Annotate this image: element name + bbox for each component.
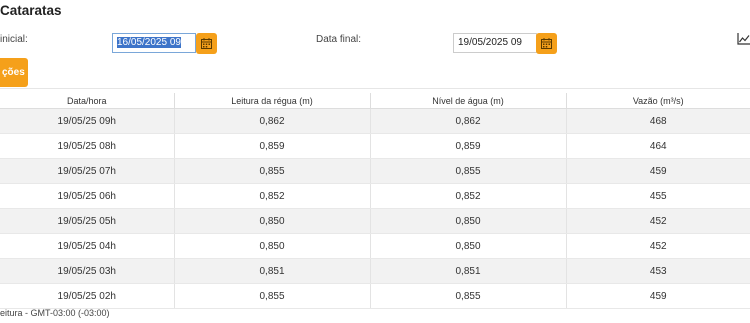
- cell-water-level: 0,850: [369, 208, 566, 234]
- cell-gauge-reading: 0,852: [173, 183, 370, 209]
- cell-datetime: 19/05/25 08h: [0, 133, 174, 159]
- table-row: 19/05/25 07h 0,855 0,855 459: [0, 158, 750, 184]
- cell-gauge-reading: 0,850: [173, 233, 370, 259]
- final-calendar-button[interactable]: [536, 33, 557, 54]
- cell-datetime: 19/05/25 06h: [0, 183, 174, 209]
- tab-button[interactable]: ções: [0, 58, 28, 87]
- cell-flow: 452: [565, 208, 750, 234]
- table-row: 19/05/25 03h 0,851 0,851 453: [0, 258, 750, 284]
- initial-date-label: inicial:: [0, 34, 28, 45]
- cell-datetime: 19/05/25 04h: [0, 233, 174, 259]
- cell-gauge-reading: 0,855: [173, 158, 370, 184]
- cell-flow: 468: [565, 108, 750, 134]
- divider: [0, 88, 750, 89]
- table-row: 19/05/25 08h 0,859 0,859 464: [0, 133, 750, 159]
- table-row: 19/05/25 04h 0,850 0,850 452: [0, 233, 750, 259]
- cell-datetime: 19/05/25 02h: [0, 283, 174, 309]
- cell-water-level: 0,855: [369, 158, 566, 184]
- cell-datetime: 19/05/25 07h: [0, 158, 174, 184]
- final-date-label: Data final:: [316, 34, 362, 45]
- cell-water-level: 0,851: [369, 258, 566, 284]
- cell-water-level: 0,862: [369, 108, 566, 134]
- cell-water-level: 0,850: [369, 233, 566, 259]
- cell-gauge-reading: 0,850: [173, 208, 370, 234]
- cell-flow: 452: [565, 233, 750, 259]
- table-row: 19/05/25 02h 0,855 0,855 459: [0, 283, 750, 309]
- final-date-input[interactable]: 19/05/2025 09: [453, 33, 537, 53]
- cell-gauge-reading: 0,859: [173, 133, 370, 159]
- cell-gauge-reading: 0,851: [173, 258, 370, 284]
- initial-date-input[interactable]: 16/05/2025 09: [112, 33, 196, 53]
- cell-flow: 455: [565, 183, 750, 209]
- cell-gauge-reading: 0,862: [173, 108, 370, 134]
- cell-datetime: 19/05/25 09h: [0, 108, 174, 134]
- cell-datetime: 19/05/25 03h: [0, 258, 174, 284]
- page-title: Cataratas: [0, 3, 62, 18]
- cell-datetime: 19/05/25 05h: [0, 208, 174, 234]
- cell-water-level: 0,852: [369, 183, 566, 209]
- table-row: 19/05/25 05h 0,850 0,850 452: [0, 208, 750, 234]
- column-header-flow: Vazão (m³/s): [565, 93, 750, 109]
- cell-flow: 459: [565, 158, 750, 184]
- chart-line-icon[interactable]: [737, 33, 750, 45]
- column-header-water-level: Nível de água (m): [369, 93, 566, 109]
- table-row: 19/05/25 06h 0,852 0,852 455: [0, 183, 750, 209]
- initial-date-value: 16/05/2025 09: [117, 37, 181, 48]
- calendar-icon: [541, 38, 552, 49]
- final-date-value: 19/05/2025 09: [458, 37, 522, 48]
- column-header-datetime: Data/hora: [0, 93, 174, 109]
- table-header-row: Data/hora Leitura da régua (m) Nível de …: [0, 93, 750, 109]
- cell-flow: 459: [565, 283, 750, 309]
- cell-gauge-reading: 0,855: [173, 283, 370, 309]
- table-row: 19/05/25 09h 0,862 0,862 468: [0, 108, 750, 134]
- cell-flow: 453: [565, 258, 750, 284]
- data-table: Data/hora Leitura da régua (m) Nível de …: [0, 93, 750, 309]
- cell-water-level: 0,859: [369, 133, 566, 159]
- column-header-gauge-reading: Leitura da régua (m): [173, 93, 370, 109]
- timezone-footnote: eitura - GMT-03:00 (-03:00): [0, 308, 110, 318]
- cell-flow: 464: [565, 133, 750, 159]
- calendar-icon: [201, 38, 212, 49]
- initial-calendar-button[interactable]: [196, 33, 217, 54]
- cell-water-level: 0,855: [369, 283, 566, 309]
